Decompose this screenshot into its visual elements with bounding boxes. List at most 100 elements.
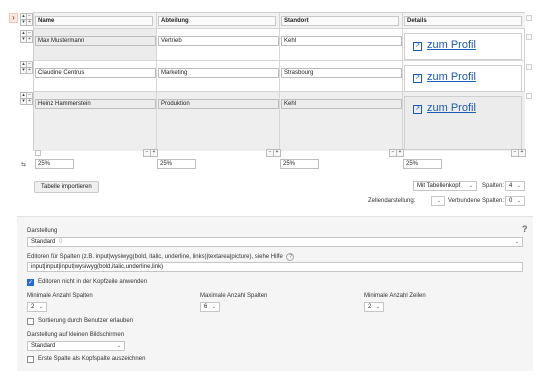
sort-checkbox[interactable] (27, 318, 34, 325)
editors-label: Editoren für Spalten (z.B. input|wysiwyg… (27, 253, 295, 261)
table-editor: Name Abteilung Standort Details Max Must… (33, 12, 525, 151)
external-link-icon: ↗ (413, 42, 422, 51)
row-option-box[interactable] (526, 15, 532, 21)
min-cols-select[interactable]: 2 ⌄ (27, 302, 47, 312)
columns-select[interactable]: 4 ⌄ (505, 181, 525, 191)
header-cell: Name (34, 13, 157, 29)
help-circle-icon[interactable]: ? (286, 253, 295, 261)
cell-input[interactable]: Marketing (158, 68, 279, 78)
cell-input[interactable]: Kehl (281, 99, 402, 109)
first-column-header-checkbox[interactable] (27, 356, 34, 363)
column-width-input[interactable]: 25% (35, 159, 74, 169)
max-cols-label: Maximale Anzahl Spalten (200, 293, 268, 299)
small-screens-value: Standard (31, 343, 56, 349)
column-width-input[interactable]: 25% (280, 159, 319, 169)
external-link-icon: ↗ (413, 105, 422, 114)
header-details-input[interactable]: Details (404, 16, 522, 26)
column-select-box[interactable] (35, 150, 41, 156)
max-cols-select[interactable]: 6 ⌄ (200, 302, 220, 312)
max-cols-value: 6 (204, 304, 208, 310)
header-mode-select[interactable]: Mit Tabellenkopf ⌄ (413, 181, 477, 191)
columns-label: Spalten: (482, 183, 505, 189)
cell-input[interactable]: Max Mustermann (35, 36, 156, 46)
column-width-input[interactable]: 25% (157, 159, 196, 169)
min-cols-value: 2 (31, 304, 35, 310)
cell-input[interactable]: Strasbourg (281, 68, 402, 78)
add-column-icon[interactable]: + (396, 149, 404, 157)
table-row-1-cell: Max Mustermann (34, 29, 157, 61)
profile-link-label: zum Profil (427, 102, 476, 114)
help-icon[interactable]: ? (522, 224, 528, 234)
rich-text-cell[interactable]: ↗ zum Profil (404, 33, 522, 60)
cell-display-select[interactable]: ⌄ (431, 196, 445, 206)
darstellung-value: Standard (31, 239, 56, 245)
table-row-2-cell: Marketing (157, 61, 280, 92)
cell-input[interactable]: Heinz Hammerstein (35, 99, 156, 109)
min-rows-select[interactable]: 2 ⌄ (364, 302, 384, 312)
table-row-2-cell: ↗ zum Profil (403, 61, 525, 92)
add-row-icon[interactable]: + (26, 67, 33, 74)
darstellung-label: Darstellung (27, 228, 58, 234)
rich-text-cell[interactable]: ↗ zum Profil (404, 96, 522, 150)
sort-checkbox-label: Sortierung durch Benutzer erlauben (38, 318, 134, 324)
add-row-icon[interactable]: + (26, 19, 33, 26)
header-cell: Abteilung (157, 13, 280, 29)
chevron-down-icon: ⌄ (375, 304, 380, 310)
table-row-2-cell: Claudine Centrus (34, 61, 157, 92)
columns-value: 4 (509, 183, 513, 189)
profile-link-label: zum Profil (427, 71, 476, 83)
header-cell: Standort (280, 13, 403, 29)
editors-header-checkbox-label: Editoren nicht in der Kopfzeile anwenden (38, 279, 148, 285)
table-row-3-cell: Produktion (157, 92, 280, 151)
add-column-icon[interactable]: + (518, 149, 526, 157)
import-table-button[interactable]: Tabelle importieren (34, 181, 99, 193)
add-column-icon[interactable]: + (150, 149, 158, 157)
header-standort-input[interactable]: Standort (281, 16, 399, 26)
chevron-down-icon: ⌄ (436, 198, 441, 204)
profile-link-label: zum Profil (427, 39, 476, 51)
merged-columns-select[interactable]: 0 ⌄ (505, 196, 525, 206)
small-screens-select[interactable]: Standard ⌄ (27, 341, 125, 351)
darstellung-hint: 0 (59, 239, 63, 245)
cell-input[interactable]: Kehl (281, 36, 402, 46)
add-row-icon[interactable]: + (26, 98, 33, 105)
profile-link[interactable]: ↗ zum Profil (413, 39, 476, 51)
editors-header-checkbox[interactable]: ✓ (27, 279, 34, 286)
header-mode-value: Mit Tabellenkopf (417, 183, 461, 189)
rich-text-cell[interactable]: ↗ zum Profil (404, 65, 522, 92)
cell-input[interactable]: Produktion (158, 99, 279, 109)
cell-input[interactable]: Claudine Centrus (35, 68, 156, 78)
merged-columns-label: Verbundene Spalten: (448, 198, 505, 204)
merged-columns-value: 0 (509, 198, 513, 204)
min-rows-label: Minimale Anzahl Zeilen (364, 293, 426, 299)
table-row-2-cell: Strasbourg (280, 61, 403, 92)
row-controls-3: ▴ − ▾ + (20, 92, 33, 105)
editors-label-text: Editoren für Spalten (z.B. input|wysiwyg… (27, 254, 283, 260)
header-cell: Details (403, 13, 525, 29)
chevron-down-icon: ⌄ (516, 183, 521, 189)
row-option-box[interactable] (526, 34, 532, 40)
table-row-1-cell: Vertrieb (157, 29, 280, 61)
settings-panel: Darstellung ? Standard 0 ⌄ Editoren für … (17, 216, 533, 371)
profile-link[interactable]: ↗ zum Profil (413, 71, 476, 83)
column-width-swap-icon[interactable]: ⇆ (21, 161, 26, 168)
min-rows-value: 2 (368, 304, 372, 310)
add-row-icon[interactable]: + (26, 36, 33, 43)
row-option-box[interactable] (526, 64, 532, 70)
row-controls-header: ▴ − ▾ + (20, 13, 33, 26)
chevron-down-icon: ⌄ (516, 198, 521, 204)
profile-link[interactable]: ↗ zum Profil (413, 102, 476, 114)
cell-input[interactable]: Vertrieb (158, 36, 279, 46)
editors-input[interactable]: input|input|input|wysiwyg(bold,italic,un… (27, 262, 523, 272)
header-abteilung-input[interactable]: Abteilung (158, 16, 276, 26)
cell-display-label: Zellendarstellung: (368, 198, 416, 204)
row-option-box[interactable] (526, 93, 532, 99)
expand-chevron-button[interactable]: › (9, 13, 18, 23)
chevron-down-icon: ⌄ (116, 343, 121, 349)
darstellung-select[interactable]: Standard 0 ⌄ (27, 237, 523, 247)
column-width-input[interactable]: 25% (403, 159, 442, 169)
add-column-icon[interactable]: + (273, 149, 281, 157)
header-name-input[interactable]: Name (35, 16, 153, 26)
external-link-icon: ↗ (413, 74, 422, 83)
row-controls-2: ▴ − ▾ + (20, 61, 33, 74)
